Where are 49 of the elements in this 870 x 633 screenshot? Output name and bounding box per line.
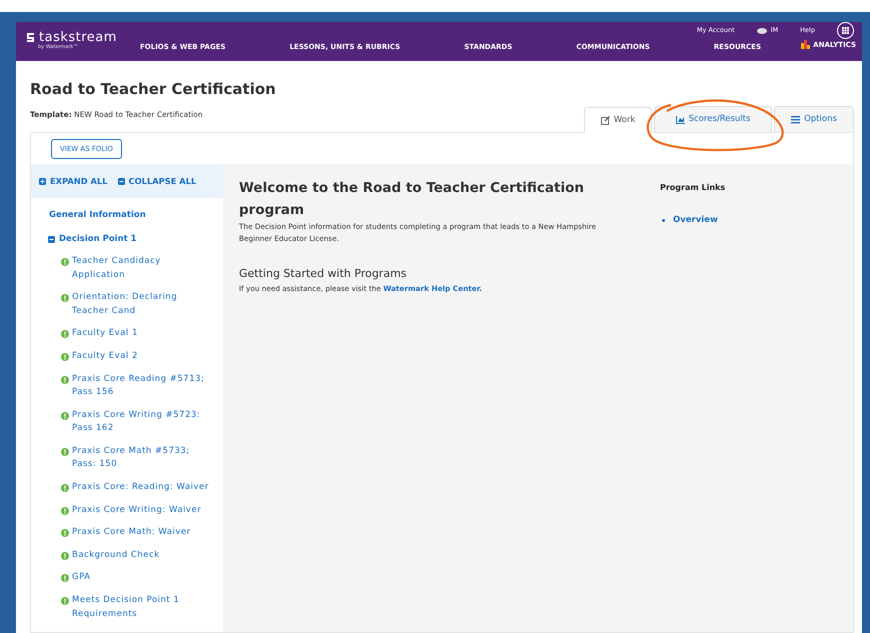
program-link[interactable]: Overview: [673, 214, 718, 227]
tree-item-link[interactable]: Teacher Candidacy Application: [72, 254, 215, 282]
alert-icon: [61, 506, 69, 515]
program-links-title: Program Links: [660, 182, 726, 194]
edit-icon: [600, 116, 610, 125]
tree-item-link[interactable]: Praxis Core: Reading: Waiver: [72, 481, 209, 495]
apps-icon[interactable]: [837, 22, 854, 39]
tree-item-link[interactable]: Praxis Core Math: Waiver: [72, 526, 191, 540]
tab[interactable]: Work: [584, 106, 652, 132]
alert-icon: [61, 574, 69, 582]
tree-item-link[interactable]: Praxis Core Writing #5723: Pass 162: [72, 408, 215, 436]
alert-icon: [61, 484, 69, 492]
alert-icon: [61, 352, 69, 361]
plus-icon: [39, 178, 46, 185]
chart-icon: [676, 114, 685, 124]
alert-icon: [61, 294, 69, 302]
section-heading: Getting Started with Programs: [239, 266, 408, 280]
alert-icon: [61, 376, 69, 384]
alert-icon: [61, 258, 69, 266]
collapse-all-button[interactable]: COLLAPSE ALL: [118, 175, 196, 188]
welcome-heading: Welcome to the Road to Teacher Certification program: [239, 179, 586, 220]
chat-icon: [756, 28, 767, 34]
tree-item-link[interactable]: Faculty Eval 1: [72, 327, 138, 341]
alert-icon: [61, 412, 69, 420]
bar-chart-icon: [801, 40, 810, 50]
bullet-icon: [662, 218, 665, 222]
tree-item-link[interactable]: GPA: [72, 571, 90, 586]
logo-icon: [26, 32, 35, 44]
tree-item-link[interactable]: Faculty Eval 2: [72, 350, 138, 364]
page-title: Road to Teacher Certification: [30, 79, 277, 100]
tree-item-link[interactable]: Praxis Core Math #5733; Pass: 150: [72, 444, 215, 472]
alert-icon: [61, 597, 69, 606]
minus-icon: [118, 178, 125, 185]
tree-folder-link[interactable]: Decision Point 1: [48, 233, 223, 246]
tree-item-link[interactable]: Orientation: Declaring Teacher Cand: [72, 291, 215, 318]
menu-icon: [791, 114, 800, 124]
alert-icon: [61, 330, 69, 338]
expand-all-button[interactable]: EXPAND ALL: [39, 175, 108, 188]
alert-icon: [61, 448, 69, 456]
tab[interactable]: Scores/Results: [654, 106, 772, 132]
tree-section-link[interactable]: General Information: [49, 209, 223, 222]
tab[interactable]: Options: [774, 106, 854, 132]
tree-item-link[interactable]: Background Check: [72, 548, 160, 562]
alert-icon: [61, 552, 69, 560]
tree-item-link[interactable]: Praxis Core Reading #5713; Pass 156: [72, 372, 215, 400]
logo-text[interactable]: taskstream: [39, 31, 117, 44]
tree-item-link[interactable]: Meets Decision Point 1 Requirements: [72, 594, 215, 622]
tree-item-link[interactable]: Praxis Core Writing: Waiver: [72, 504, 202, 518]
alert-icon: [61, 529, 69, 538]
